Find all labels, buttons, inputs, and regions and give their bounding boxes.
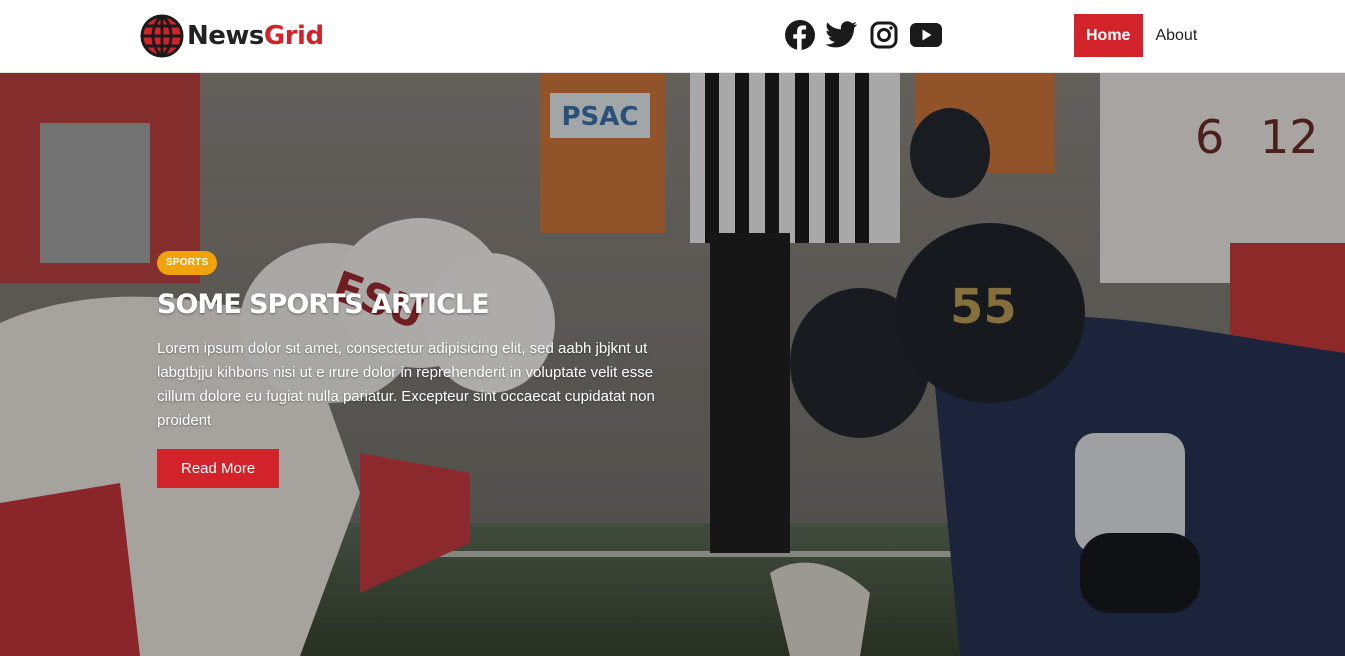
globe-icon: [140, 14, 184, 58]
youtube-icon[interactable]: [909, 18, 943, 52]
read-more-button[interactable]: Read More: [157, 449, 280, 488]
brand-name-part1: News: [187, 21, 264, 51]
category-badge[interactable]: SPORTS: [157, 251, 218, 275]
brand-name-part2: Grid: [263, 21, 324, 51]
logo[interactable]: NewsGrid: [140, 13, 324, 59]
facebook-icon[interactable]: [783, 18, 817, 52]
site-header: NewsGrid Home About: [0, 0, 1345, 73]
hero-section: PSAC 6 12 ESU 55 SPORTS SOME SPORTS ARTI…: [0, 73, 1345, 656]
twitter-icon[interactable]: [825, 18, 859, 52]
social-links: [783, 18, 951, 52]
brand-name: NewsGrid: [187, 13, 324, 59]
nav-about[interactable]: About: [1143, 14, 1209, 57]
article-title[interactable]: Some Sports Article: [157, 287, 677, 323]
article-excerpt: Lorem ipsum dolor sit amet, consectetur …: [157, 340, 655, 429]
nav-home[interactable]: Home: [1074, 14, 1144, 57]
instagram-icon[interactable]: [867, 18, 901, 52]
hero-content: SPORTS Some Sports Article Lorem ipsum d…: [157, 251, 677, 488]
main-nav: Home About: [1074, 14, 1209, 57]
